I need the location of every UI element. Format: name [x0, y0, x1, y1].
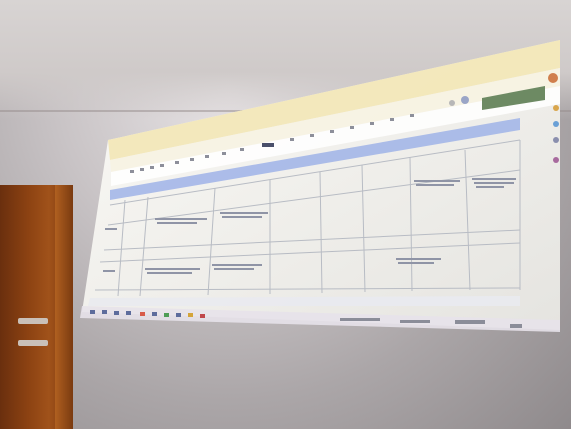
account-avatar[interactable]	[548, 73, 558, 83]
photo-scene	[0, 0, 571, 429]
projected-screen	[80, 40, 560, 332]
comment-icon[interactable]	[461, 96, 469, 104]
menu-icon[interactable]	[449, 100, 455, 106]
